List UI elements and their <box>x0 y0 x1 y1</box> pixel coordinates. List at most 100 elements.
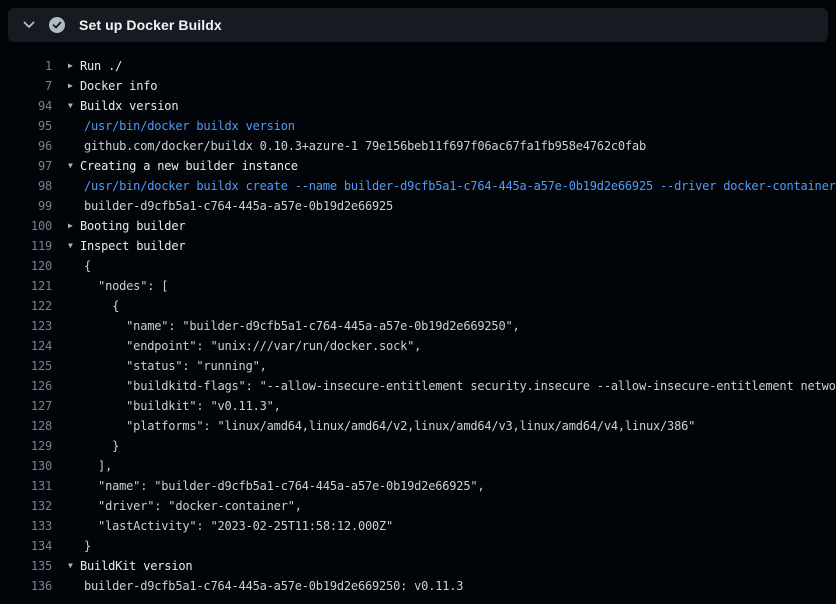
log-line: 129 } <box>0 436 836 456</box>
log-group-header[interactable]: ▶Run ./ <box>68 56 122 76</box>
log-group-title: Docker info <box>80 76 157 96</box>
line-number[interactable]: 96 <box>0 136 52 156</box>
line-number[interactable]: 125 <box>0 356 52 376</box>
log-output-text: } <box>84 536 91 556</box>
line-number[interactable]: 94 <box>0 96 52 116</box>
log-output-text: github.com/docker/buildx 0.10.3+azure-1 … <box>84 136 646 156</box>
log-line: 133 "lastActivity": "2023-02-25T11:58:12… <box>0 516 836 536</box>
line-number[interactable]: 124 <box>0 336 52 356</box>
line-number[interactable]: 99 <box>0 196 52 216</box>
line-number[interactable]: 128 <box>0 416 52 436</box>
line-number[interactable]: 120 <box>0 256 52 276</box>
line-number[interactable]: 126 <box>0 376 52 396</box>
log-line: 95/usr/bin/docker buildx version <box>0 116 836 136</box>
triangle-right-icon[interactable]: ▶ <box>68 216 80 236</box>
line-number[interactable]: 131 <box>0 476 52 496</box>
log-group-title: Inspect builder <box>80 236 185 256</box>
log-group-header[interactable]: ▼Creating a new builder instance <box>68 156 298 176</box>
line-number[interactable]: 1 <box>0 56 52 76</box>
log-command-text: /usr/bin/docker buildx create --name bui… <box>84 176 836 196</box>
line-number[interactable]: 97 <box>0 156 52 176</box>
log-line: 123 "name": "builder-d9cfb5a1-c764-445a-… <box>0 316 836 336</box>
log-line: 128 "platforms": "linux/amd64,linux/amd6… <box>0 416 836 436</box>
log-output-text: { <box>84 296 119 316</box>
log-command-text: /usr/bin/docker buildx version <box>84 116 295 136</box>
actions-log-viewer: { "header": { "title": "Set up Docker Bu… <box>0 0 836 604</box>
log-line: 126 "buildkitd-flags": "--allow-insecure… <box>0 376 836 396</box>
line-number[interactable]: 130 <box>0 456 52 476</box>
log-group-header[interactable]: ▼Inspect builder <box>68 236 185 256</box>
line-number[interactable]: 127 <box>0 396 52 416</box>
log-line: 100 ▶Booting builder <box>0 216 836 236</box>
log-line: 1 ▶Run ./ <box>0 56 836 76</box>
line-number[interactable]: 135 <box>0 556 52 576</box>
log-line: 127 "buildkit": "v0.11.3", <box>0 396 836 416</box>
log-output-text: ], <box>84 456 112 476</box>
log-output-text: builder-d9cfb5a1-c764-445a-a57e-0b19d2e6… <box>84 196 393 216</box>
log-line: 134} <box>0 536 836 556</box>
log-group-title: BuildKit version <box>80 556 192 576</box>
log-group-title: Creating a new builder instance <box>80 156 298 176</box>
line-number[interactable]: 132 <box>0 496 52 516</box>
log-lines: 1▶Run ./7▶Docker info94▼Buildx version95… <box>0 56 836 596</box>
log-line: 97 ▼Creating a new builder instance <box>0 156 836 176</box>
log-line: 94 ▼Buildx version <box>0 96 836 116</box>
triangle-down-icon[interactable]: ▼ <box>68 156 80 176</box>
line-number[interactable]: 7 <box>0 76 52 96</box>
log-output-text: "buildkit": "v0.11.3", <box>84 396 281 416</box>
log-group-header[interactable]: ▼BuildKit version <box>68 556 192 576</box>
line-number[interactable]: 133 <box>0 516 52 536</box>
log-line: 131 "name": "builder-d9cfb5a1-c764-445a-… <box>0 476 836 496</box>
line-number[interactable]: 95 <box>0 116 52 136</box>
line-number[interactable]: 122 <box>0 296 52 316</box>
line-number[interactable]: 98 <box>0 176 52 196</box>
line-number[interactable]: 121 <box>0 276 52 296</box>
line-number[interactable]: 129 <box>0 436 52 456</box>
log-line: 130 ], <box>0 456 836 476</box>
log-line: 125 "status": "running", <box>0 356 836 376</box>
log-line: 132 "driver": "docker-container", <box>0 496 836 516</box>
chevron-down-icon[interactable] <box>21 17 37 33</box>
check-circle-icon <box>49 17 65 33</box>
log-line: 119 ▼Inspect builder <box>0 236 836 256</box>
log-output-text: "lastActivity": "2023-02-25T11:58:12.000… <box>84 516 393 536</box>
log-group-header[interactable]: ▶Booting builder <box>68 216 185 236</box>
log-output-text: } <box>84 436 119 456</box>
log-line: 124 "endpoint": "unix:///var/run/docker.… <box>0 336 836 356</box>
log-group-title: Run ./ <box>80 56 122 76</box>
log-group-header[interactable]: ▼Buildx version <box>68 96 178 116</box>
log-output-text: "nodes": [ <box>84 276 168 296</box>
step-title: Set up Docker Buildx <box>79 17 222 33</box>
log-output-text: "status": "running", <box>84 356 267 376</box>
log-line: 99 builder-d9cfb5a1-c764-445a-a57e-0b19d2… <box>0 196 836 216</box>
triangle-down-icon[interactable]: ▼ <box>68 96 80 116</box>
step-header[interactable]: Set up Docker Buildx <box>8 8 828 42</box>
log-output-text: "name": "builder-d9cfb5a1-c764-445a-a57e… <box>84 476 484 496</box>
log-line: 96 github.com/docker/buildx 0.10.3+azure-… <box>0 136 836 156</box>
triangle-right-icon[interactable]: ▶ <box>68 56 80 76</box>
line-number[interactable]: 136 <box>0 576 52 596</box>
line-number[interactable]: 134 <box>0 536 52 556</box>
log-line: 7 ▶Docker info <box>0 76 836 96</box>
log-output-text: "buildkitd-flags": "--allow-insecure-ent… <box>84 376 836 396</box>
log-line: 120 { <box>0 256 836 276</box>
log-output-text: "endpoint": "unix:///var/run/docker.sock… <box>84 336 421 356</box>
log-output-text: builder-d9cfb5a1-c764-445a-a57e-0b19d2e6… <box>84 576 463 596</box>
triangle-right-icon[interactable]: ▶ <box>68 76 80 96</box>
triangle-down-icon[interactable]: ▼ <box>68 236 80 256</box>
line-number[interactable]: 119 <box>0 236 52 256</box>
triangle-down-icon[interactable]: ▼ <box>68 556 80 576</box>
log-line: 136 builder-d9cfb5a1-c764-445a-a57e-0b19d… <box>0 576 836 596</box>
log-line: 122 { <box>0 296 836 316</box>
line-number[interactable]: 100 <box>0 216 52 236</box>
log-output-text: "name": "builder-d9cfb5a1-c764-445a-a57e… <box>84 316 520 336</box>
line-number[interactable]: 123 <box>0 316 52 336</box>
log-line: 98/usr/bin/docker buildx create --name b… <box>0 176 836 196</box>
log-group-title: Buildx version <box>80 96 178 116</box>
log-group-header[interactable]: ▶Docker info <box>68 76 157 96</box>
log-line: 121 "nodes": [ <box>0 276 836 296</box>
log-output-text: "platforms": "linux/amd64,linux/amd64/v2… <box>84 416 695 436</box>
log-group-title: Booting builder <box>80 216 185 236</box>
log-output-text: { <box>84 256 91 276</box>
log-output-text: "driver": "docker-container", <box>84 496 302 516</box>
